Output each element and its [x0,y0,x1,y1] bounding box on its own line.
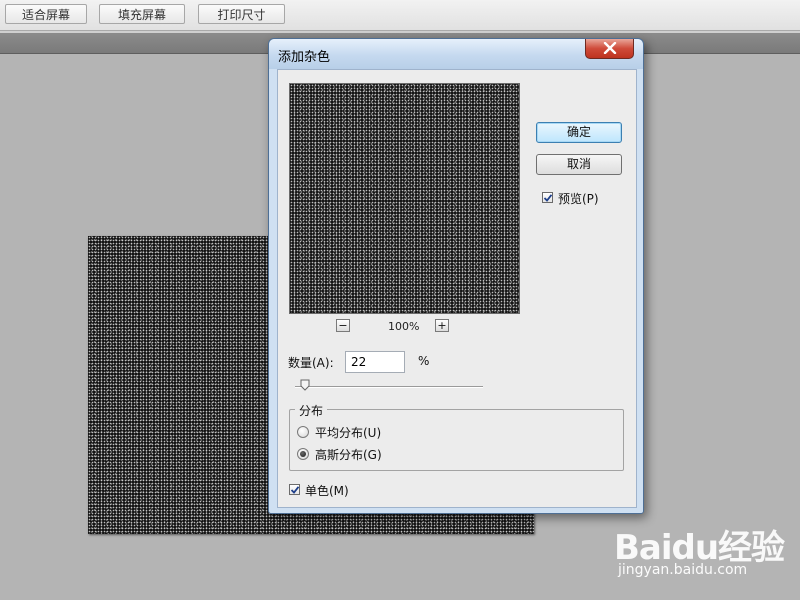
baidu-jingyan-watermark: Baidu经验 jingyan.baidu.com [590,520,790,590]
zoom-in-button[interactable]: + [435,319,449,332]
amount-slider-track[interactable] [295,386,483,388]
radio-selected-dot [300,451,306,457]
gaussian-label: 高斯分布(G) [315,448,382,462]
gaussian-radio[interactable] [297,448,309,460]
distribution-legend: 分布 [295,402,328,419]
noise-preview[interactable] [289,83,520,314]
monochromatic-label: 单色(M) [305,484,349,498]
amount-slider-thumb[interactable] [300,379,310,391]
uniform-radio[interactable] [297,426,309,438]
uniform-label: 平均分布(U) [315,426,382,440]
monochromatic-checkbox[interactable] [289,484,300,495]
watermark-url: jingyan.baidu.com [618,562,748,578]
amount-label: 数量(A): [288,356,334,370]
print-size-button[interactable]: 打印尺寸 [198,4,285,24]
checkmark-icon [543,194,553,202]
dialog-title: 添加杂色 [278,50,331,65]
checkmark-icon [290,486,300,494]
options-bar: 适合屏幕 填充屏幕 打印尺寸 [0,0,800,31]
amount-unit: % [418,354,430,368]
add-noise-dialog: 添加杂色 − 100% + 确定 取消 预览(P) 数量(A): % 分布 [268,38,644,514]
dialog-body: − 100% + 确定 取消 预览(P) 数量(A): % 分布 平均分布(U)… [277,69,637,508]
dialog-titlebar[interactable]: 添加杂色 [269,39,643,69]
cancel-button[interactable]: 取消 [536,154,622,175]
close-icon [603,42,617,54]
preview-checkbox[interactable] [542,192,553,203]
ok-button[interactable]: 确定 [536,122,622,143]
zoom-level: 100% [388,320,420,333]
fit-screen-button[interactable]: 适合屏幕 [5,4,87,24]
close-button[interactable] [585,39,634,59]
amount-input[interactable] [345,351,405,373]
fill-screen-button[interactable]: 填充屏幕 [99,4,185,24]
zoom-out-button[interactable]: − [336,319,350,332]
preview-label: 预览(P) [558,192,599,206]
